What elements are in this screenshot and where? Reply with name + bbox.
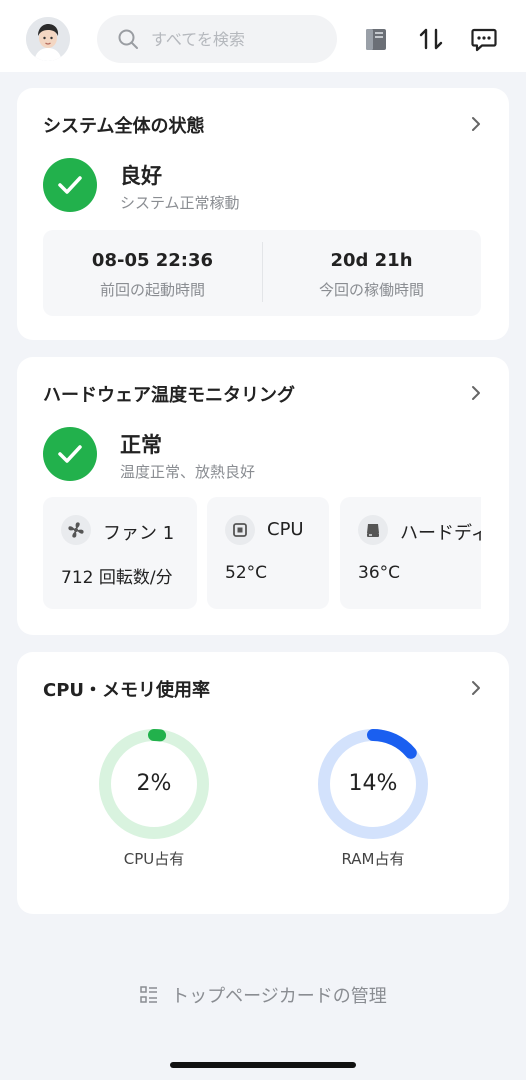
uptime-label: 今回の稼働時間 <box>318 281 424 299</box>
last-boot-stat: 08-05 22:36 前回の起動時間 <box>43 230 262 316</box>
fan-sensor-value: 712 回転数/分 <box>61 568 173 588</box>
fan-icon <box>61 515 91 545</box>
cpu-sensor-value: 52°C <box>225 563 268 583</box>
search-bar[interactable] <box>97 15 337 63</box>
chevron-right-icon[interactable] <box>469 679 483 697</box>
usage-card[interactable]: CPU・メモリ使用率 2% CPU占有 14% RAM占有 <box>17 652 509 914</box>
disk-sensor-value: 36°C <box>358 563 401 583</box>
chevron-right-icon[interactable] <box>469 115 483 133</box>
disk-sensor-tile[interactable]: ハードディ 36°C <box>340 497 481 609</box>
home-indicator[interactable] <box>170 1062 356 1068</box>
cpu-gauge: 2% <box>98 728 210 840</box>
uptime-stat: 20d 21h 今回の稼働時間 <box>262 230 481 316</box>
check-icon <box>43 427 97 481</box>
cpu-sensor-name: CPU <box>267 519 304 540</box>
cpu-sensor-tile[interactable]: CPU 52°C <box>207 497 329 609</box>
ram-gauge: 14% <box>317 728 429 840</box>
system-status-value: 良好 <box>120 164 162 188</box>
search-icon <box>118 29 138 49</box>
cpu-gauge-label: CPU占有 <box>123 850 185 868</box>
cpu-percent: 2% <box>136 771 172 796</box>
search-input[interactable] <box>149 28 323 50</box>
fan-sensor-name: ファン 1 <box>103 523 175 544</box>
manage-cards-link[interactable]: トップページカードの管理 <box>0 982 526 1008</box>
last-boot-value: 08-05 22:36 <box>91 250 214 271</box>
transfer-icon[interactable] <box>416 24 446 54</box>
system-status-card[interactable]: システム全体の状態 良好 システム正常稼動 08-05 22:36 前回の起動時… <box>17 88 509 340</box>
avatar[interactable] <box>26 17 70 61</box>
disk-sensor-name: ハードディ <box>400 523 481 544</box>
ram-percent: 14% <box>348 771 398 796</box>
disk-icon <box>358 515 388 545</box>
hardware-status-value: 正常 <box>120 433 162 457</box>
system-status-title: システム全体の状態 <box>43 116 205 137</box>
chevron-right-icon[interactable] <box>469 384 483 402</box>
check-icon <box>43 158 97 212</box>
hardware-sensor-list[interactable]: ファン 1 712 回転数/分 CPU 52°C ハードディ 36°C <box>43 497 481 609</box>
hardware-temp-title: ハードウェア温度モニタリング <box>43 385 295 406</box>
manage-cards-label: トップページカードの管理 <box>171 986 387 1007</box>
nas-device-icon[interactable] <box>361 24 391 54</box>
message-icon[interactable] <box>469 24 499 54</box>
ram-gauge-label: RAM占有 <box>341 850 405 868</box>
uptime-value: 20d 21h <box>330 250 413 271</box>
last-boot-label: 前回の起動時間 <box>99 281 205 299</box>
usage-title: CPU・メモリ使用率 <box>43 680 211 701</box>
hardware-status-detail: 温度正常、放熱良好 <box>120 463 256 481</box>
top-bar <box>0 0 526 72</box>
uptime-stats: 08-05 22:36 前回の起動時間 20d 21h 今回の稼働時間 <box>43 230 481 316</box>
hardware-temp-card[interactable]: ハードウェア温度モニタリング 正常 温度正常、放熱良好 ファン 1 712 回転… <box>17 357 509 635</box>
cpu-icon <box>225 515 255 545</box>
system-status-detail: システム正常稼動 <box>120 194 240 212</box>
fan-sensor-tile[interactable]: ファン 1 712 回転数/分 <box>43 497 197 609</box>
grid-list-icon <box>140 986 158 1003</box>
